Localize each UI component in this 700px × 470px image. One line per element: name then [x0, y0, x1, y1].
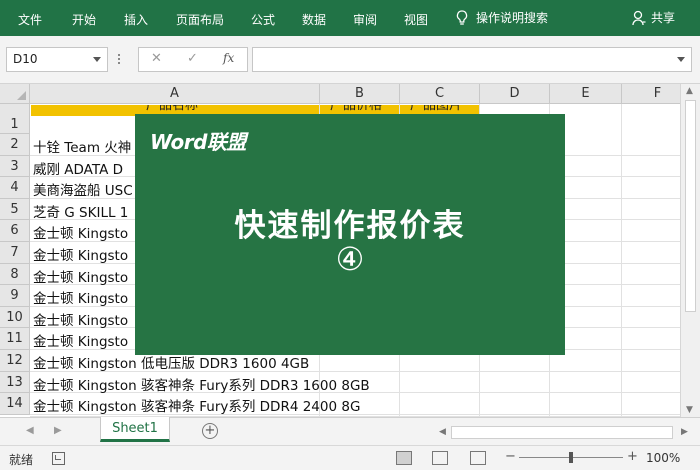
row-header-3[interactable]: 3: [0, 155, 30, 178]
cell-a9[interactable]: 金士顿 Kingsto: [33, 287, 128, 307]
vertical-scrollbar[interactable]: ▲ ▼: [680, 84, 700, 417]
status-ready: 就绪: [9, 453, 34, 467]
cell-a2[interactable]: 十铨 Team 火神: [33, 136, 131, 156]
formula-bar-area: D10 ✕ ✓ fx: [0, 36, 700, 84]
row-header-1[interactable]: 1: [0, 104, 30, 134]
page-layout-view-icon[interactable]: [432, 451, 448, 465]
normal-view-icon[interactable]: [396, 451, 412, 465]
row-header-7[interactable]: 7: [0, 242, 30, 264]
zoom-slider[interactable]: − +: [505, 449, 638, 465]
cancel-icon[interactable]: ✕: [151, 51, 162, 66]
cell-a10[interactable]: 金士顿 Kingsto: [33, 309, 128, 329]
formula-buttons: ✕ ✓ fx: [138, 47, 248, 72]
cell-a7[interactable]: 金士顿 Kingsto: [33, 244, 128, 264]
cell-a14[interactable]: 金士顿 Kingston 骇客神条 Fury系列 DDR4 2400 8G: [33, 395, 360, 415]
select-all-button[interactable]: [0, 84, 30, 104]
cell-a6[interactable]: 金士顿 Kingsto: [33, 222, 128, 242]
scroll-up-icon[interactable]: ▲: [686, 86, 693, 96]
row-header-13[interactable]: 13: [0, 371, 30, 394]
name-box[interactable]: D10: [6, 47, 108, 72]
row-header-10[interactable]: 10: [0, 306, 30, 329]
row-header-4[interactable]: 4: [0, 177, 30, 199]
lightbulb-icon: [456, 9, 468, 25]
insert-function-icon[interactable]: fx: [223, 51, 234, 65]
tell-me-search[interactable]: 操作说明搜索: [456, 9, 548, 26]
cell-a12[interactable]: 金士顿 Kingston 低电压版 DDR3 1600 4GB: [33, 352, 309, 372]
tab-page-layout[interactable]: 页面布局: [176, 11, 224, 28]
sheet-tab-bar: ◀ ▶ Sheet1 + ◀ ▶: [0, 417, 700, 445]
title-banner: Word联盟 快速制作报价表 ④: [135, 114, 565, 355]
horizontal-scroll-thumb[interactable]: [451, 426, 673, 439]
cell-a3[interactable]: 威刚 ADATA D: [33, 158, 123, 178]
chevron-down-icon[interactable]: [93, 57, 101, 62]
row-header-8[interactable]: 8: [0, 263, 30, 286]
macro-record-icon[interactable]: [52, 452, 65, 465]
cell-a5[interactable]: 芝奇 G SKILL 1: [33, 201, 128, 221]
row-header-5[interactable]: 5: [0, 198, 30, 221]
tab-insert[interactable]: 插入: [124, 11, 148, 28]
tab-review[interactable]: 审阅: [353, 11, 377, 28]
prev-sheet-icon[interactable]: ◀: [26, 425, 34, 436]
cell-a11[interactable]: 金士顿 Kingsto: [33, 330, 128, 350]
banner-number: ④: [335, 240, 365, 278]
zoom-level[interactable]: 100%: [646, 451, 680, 465]
formula-input[interactable]: [252, 47, 692, 72]
banner-title: 快速制作报价表: [234, 208, 466, 244]
column-header-c[interactable]: C: [400, 84, 480, 104]
status-bar: 就绪 − + 100%: [0, 445, 700, 470]
tab-home[interactable]: 开始: [72, 11, 96, 28]
ribbon-tabs: 文件 开始 插入 页面布局 公式 数据 审阅 视图 操作说明搜索 共享: [0, 0, 700, 36]
cell-a8[interactable]: 金士顿 Kingsto: [33, 266, 128, 286]
drag-handle-icon[interactable]: [116, 53, 122, 67]
user-icon: [632, 10, 646, 25]
tab-data[interactable]: 数据: [302, 11, 326, 28]
scroll-thumb[interactable]: [685, 100, 696, 312]
tab-formulas[interactable]: 公式: [251, 11, 275, 28]
plus-circle-icon[interactable]: +: [202, 423, 218, 439]
row-header-12[interactable]: 12: [0, 350, 30, 372]
column-header-a[interactable]: A: [30, 84, 320, 104]
excel-window: 文件 开始 插入 页面布局 公式 数据 审阅 视图 操作说明搜索 共享 D10: [0, 0, 700, 470]
horizontal-scrollbar[interactable]: ◀ ▶: [437, 426, 693, 439]
row-header-6[interactable]: 6: [0, 220, 30, 242]
tab-view[interactable]: 视图: [404, 11, 428, 28]
row-header-14[interactable]: 14: [0, 393, 30, 415]
zoom-out-icon[interactable]: −: [505, 449, 516, 464]
share-button[interactable]: 共享: [632, 9, 675, 26]
name-box-value: D10: [13, 52, 38, 66]
tab-file[interactable]: 文件: [18, 11, 42, 28]
row-header-9[interactable]: 9: [0, 285, 30, 307]
zoom-knob[interactable]: [569, 452, 573, 463]
page-break-view-icon[interactable]: [470, 451, 486, 465]
scroll-right-icon[interactable]: ▶: [681, 427, 688, 437]
column-header-d[interactable]: D: [480, 84, 550, 104]
sheet-tab-sheet1[interactable]: Sheet1: [100, 417, 170, 442]
next-sheet-icon[interactable]: ▶: [54, 425, 62, 436]
enter-icon[interactable]: ✓: [187, 51, 198, 66]
column-header-b[interactable]: B: [320, 84, 400, 104]
scroll-down-icon[interactable]: ▼: [686, 405, 693, 415]
cell-a13[interactable]: 金士顿 Kingston 骇客神条 Fury系列 DDR3 1600 8GB: [33, 374, 370, 394]
row-header-2[interactable]: 2: [0, 134, 30, 156]
tell-me-label: 操作说明搜索: [476, 11, 549, 25]
zoom-in-icon[interactable]: +: [627, 449, 638, 464]
row-header-11[interactable]: 11: [0, 328, 30, 350]
column-header-e[interactable]: E: [550, 84, 622, 104]
column-header-f[interactable]: F: [622, 84, 680, 104]
brand-logo: Word联盟: [150, 130, 246, 154]
cell-a4[interactable]: 美商海盗船 USC: [33, 179, 133, 199]
share-label: 共享: [651, 11, 676, 25]
expand-formula-icon[interactable]: [677, 57, 685, 62]
scroll-left-icon[interactable]: ◀: [439, 427, 446, 437]
